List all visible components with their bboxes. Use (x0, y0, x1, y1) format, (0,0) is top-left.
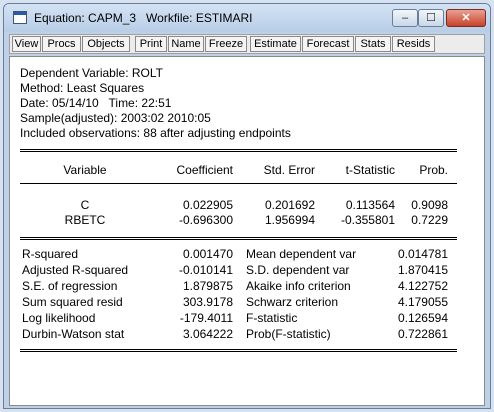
stat-value: 0.126594 (397, 311, 448, 325)
stat-value: 3.064222 (182, 327, 233, 341)
stat-value: 4.179055 (397, 295, 448, 309)
stat-label: Prob(F-statistic) (246, 327, 331, 341)
stat-label: R-squared (22, 247, 79, 261)
prob-value: 0.7229 (411, 213, 448, 227)
stat-label: Akaike info criterion (246, 279, 351, 293)
stat-value: 1.870415 (397, 263, 448, 277)
std-error-value: 1.956994 (264, 213, 315, 227)
toolbar: View Procs Objects Print Name Freeze Est… (9, 34, 485, 54)
forecast-button[interactable]: Forecast (302, 36, 354, 52)
column-header-prob: Prob. (419, 163, 448, 177)
stat-value: 0.014781 (397, 247, 448, 261)
window-title: Equation: CAPM_3 Workfile: ESTIMARI (34, 11, 253, 25)
observations-line: Included observations: 88 after adjustin… (20, 126, 291, 140)
procs-button[interactable]: Procs (42, 36, 81, 52)
column-header-t-statistic: t-Statistic (345, 163, 395, 177)
column-header-variable: Variable (63, 163, 107, 177)
minimize-button[interactable]: ‒ (392, 9, 418, 27)
variable-name: C (80, 198, 90, 212)
stat-value: 0.722861 (397, 327, 448, 341)
freeze-button[interactable]: Freeze (205, 36, 247, 52)
stat-label: Schwarz criterion (246, 295, 339, 309)
estimation-output: Dependent Variable: ROLT Method: Least S… (9, 56, 485, 406)
stat-value: 1.879875 (182, 279, 233, 293)
coefficient-value: 0.022905 (182, 198, 233, 212)
column-header-coefficient: Coefficient (176, 163, 233, 177)
view-button[interactable]: View (12, 36, 41, 52)
stat-label: S.D. dependent var (246, 263, 350, 277)
stat-label: Sum squared resid (22, 295, 123, 309)
estimate-button[interactable]: Estimate (250, 36, 301, 52)
stat-value: 4.122752 (397, 279, 448, 293)
prob-value: 0.9098 (411, 198, 448, 212)
stat-label: F-statistic (246, 311, 298, 325)
objects-button[interactable]: Objects (82, 36, 130, 52)
sample-line: Sample(adjusted): 2003:02 2010:05 (20, 111, 211, 125)
stat-value: -0.010141 (178, 263, 233, 277)
resids-button[interactable]: Resids (392, 36, 435, 52)
coefficient-value: -0.696300 (178, 213, 233, 227)
stat-value: 0.001470 (182, 247, 233, 261)
close-button[interactable]: ✕ (446, 9, 486, 27)
method-line: Method: Least Squares (20, 81, 145, 95)
stat-label: Adjusted R-squared (22, 263, 129, 277)
stat-label: S.E. of regression (22, 279, 118, 293)
dependent-variable-line: Dependent Variable: ROLT (20, 66, 163, 80)
title-bar[interactable]: Equation: CAPM_3 Workfile: ESTIMARI ‒ ☐ … (4, 4, 490, 32)
stat-label: Mean dependent var (246, 247, 357, 261)
stat-label: Log likelihood (22, 311, 96, 325)
print-button[interactable]: Print (135, 36, 167, 52)
variable-name: RBETC (64, 213, 106, 227)
std-error-value: 0.201692 (264, 198, 315, 212)
stat-value: -179.4011 (179, 311, 233, 325)
maximize-button[interactable]: ☐ (418, 9, 444, 27)
stat-label: Durbin-Watson stat (22, 327, 125, 341)
table-bottom-rule (20, 349, 457, 352)
equation-window-icon (13, 11, 27, 24)
table-top-rule (20, 149, 457, 152)
stat-value: 303.9178 (182, 295, 233, 309)
name-button[interactable]: Name (168, 36, 204, 52)
stats-button[interactable]: Stats (355, 36, 391, 52)
header-rule (20, 183, 457, 184)
stats-top-rule (20, 237, 457, 240)
date-line: Date: 05/14/10 Time: 22:51 (20, 96, 172, 110)
equation-window: Equation: CAPM_3 Workfile: ESTIMARI ‒ ☐ … (3, 3, 491, 409)
column-header-std-error: Std. Error (263, 163, 315, 177)
t-statistic-value: -0.355801 (340, 213, 395, 227)
t-statistic-value: 0.113564 (345, 198, 395, 212)
